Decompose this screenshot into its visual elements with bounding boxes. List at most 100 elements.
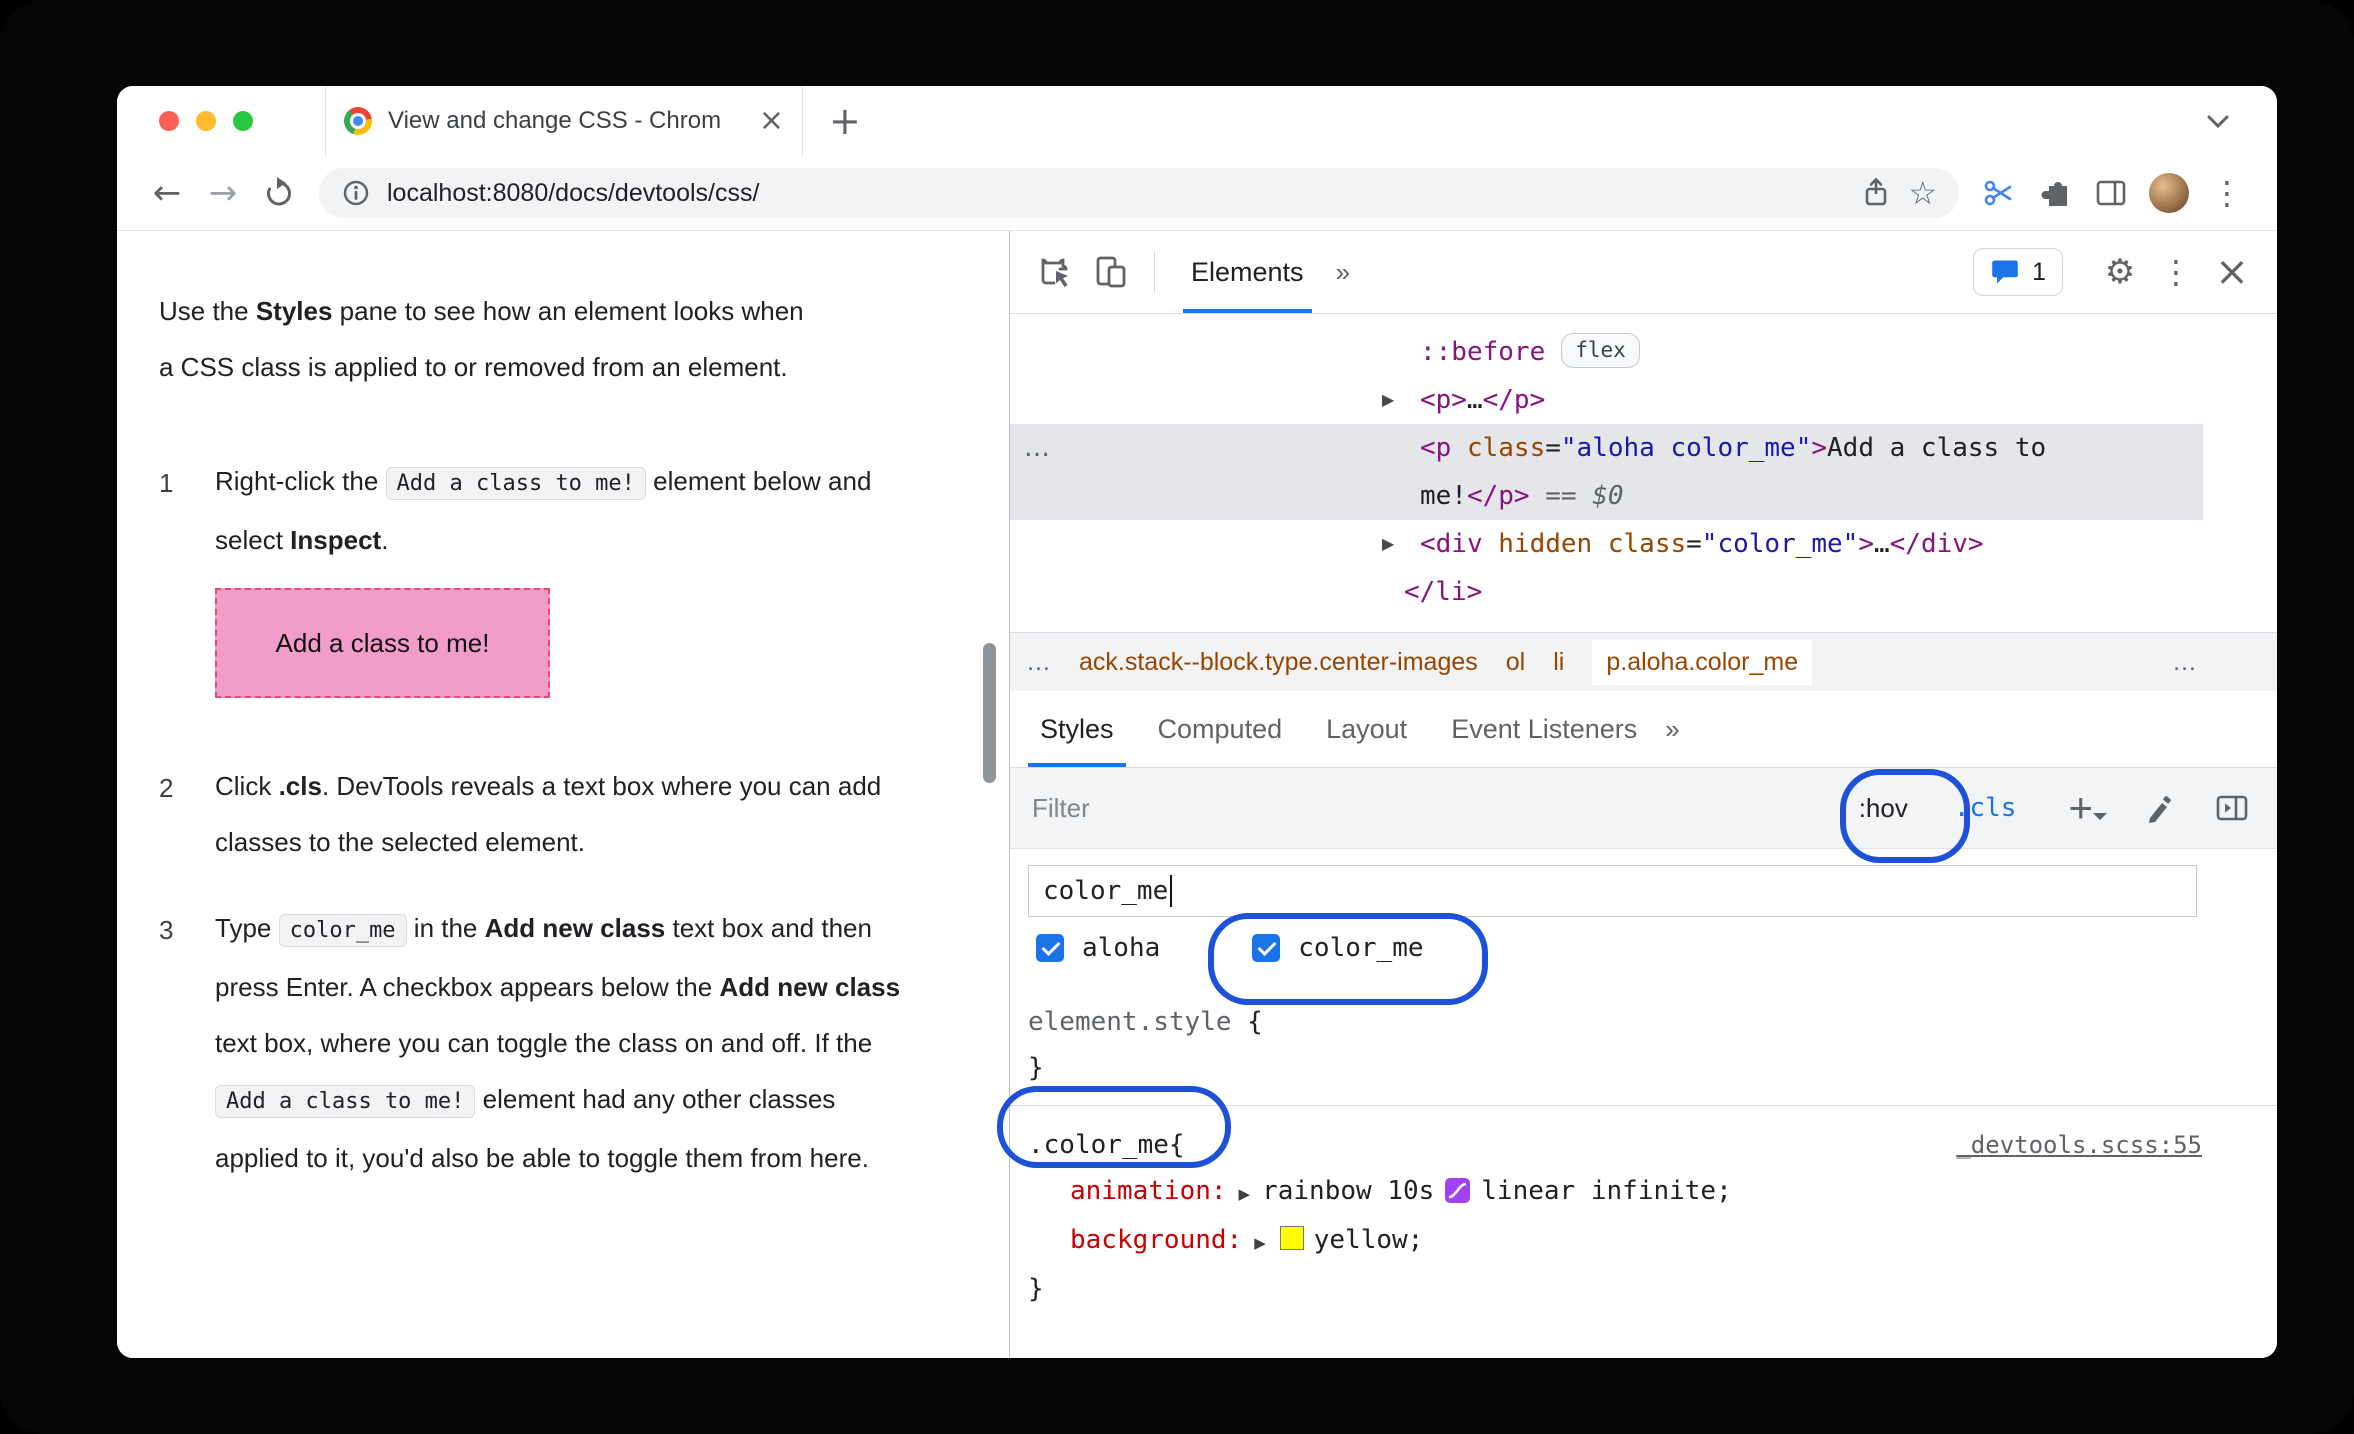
filter-input[interactable]: Filter xyxy=(1032,793,1859,824)
styles-filter-bar: Filter :hov .cls + xyxy=(1010,768,2277,849)
computed-sidebar-toggle-icon[interactable] xyxy=(2209,785,2255,831)
step-3: 3 Type color_me in the Add new class tex… xyxy=(159,900,915,1186)
device-toolbar-icon[interactable] xyxy=(1088,249,1134,295)
tab-event-listeners[interactable]: Event Listeners xyxy=(1429,691,1659,767)
background-property[interactable]: background: ▶ yellow; xyxy=(1028,1217,2202,1266)
fullscreen-window-button[interactable] xyxy=(233,111,253,131)
crumb-overflow-left[interactable]: … xyxy=(1026,648,1051,677)
inline-code: Add a class to me! xyxy=(385,467,646,500)
devtools-settings-gear-icon[interactable]: ⚙ xyxy=(2097,249,2143,295)
add-class-editor: color_me xyxy=(1010,849,2277,917)
dom-row-li-close[interactable]: </li> xyxy=(1010,568,2277,616)
dollar-zero-ref: $0 xyxy=(1592,481,1624,511)
crumb-overflow-right[interactable]: … xyxy=(2172,648,2261,677)
minimize-window-button[interactable] xyxy=(196,111,216,131)
text-caret xyxy=(1170,875,1173,907)
screenshot-stage: View and change CSS - Chrom × + ← → loca… xyxy=(0,0,2354,1434)
devtools-toolbar: Elements » 1 ⚙ ⋮ × xyxy=(1010,231,2277,314)
cls-toggle-button[interactable]: .cls xyxy=(1954,793,2017,823)
tab-search-chevron-icon[interactable] xyxy=(2203,110,2233,132)
side-panel-icon[interactable] xyxy=(2085,167,2137,219)
devtools-close-icon[interactable]: × xyxy=(2209,249,2255,295)
font-editor-icon[interactable] xyxy=(2137,785,2183,831)
step-1: 1 Right-click the Add a class to me! ele… xyxy=(159,453,915,728)
intro-paragraph: Use the Styles pane to see how an elemen… xyxy=(159,296,804,382)
bezier-editor-icon[interactable] xyxy=(1444,1177,1471,1204)
back-button[interactable]: ← xyxy=(141,167,193,219)
inspect-element-icon[interactable] xyxy=(1032,249,1078,295)
page-content: Use the Styles pane to see how an elemen… xyxy=(117,231,2277,1358)
expand-arrow-icon[interactable]: ▶ xyxy=(1382,520,1394,568)
step-number: 3 xyxy=(159,915,174,945)
dom-breadcrumbs: … ack.stack--block.type.center-images ol… xyxy=(1010,632,2277,691)
dom-row-div-hidden[interactable]: ▶ <div hidden class="color_me">…</div> xyxy=(1010,520,2277,568)
close-window-button[interactable] xyxy=(159,111,179,131)
rule-selector[interactable]: .color_me xyxy=(1028,1122,1169,1168)
color-me-rule[interactable]: .color_me { _devtools.scss:55 animation:… xyxy=(1010,1106,2277,1326)
chrome-favicon-icon xyxy=(344,107,372,135)
devtools-menu-icon[interactable]: ⋮ xyxy=(2153,249,2199,295)
inline-code: Add a class to me! xyxy=(215,1085,476,1118)
crumb-li[interactable]: li xyxy=(1553,648,1564,677)
share-icon[interactable] xyxy=(1860,177,1892,209)
checkbox-checked-icon[interactable] xyxy=(1036,934,1064,962)
step-number: 1 xyxy=(159,468,174,498)
new-tab-button[interactable]: + xyxy=(829,102,861,140)
crumb-stack-block[interactable]: ack.stack--block.type.center-images xyxy=(1079,648,1478,677)
message-bubble-icon xyxy=(1992,260,2018,284)
scissors-extension-icon[interactable] xyxy=(1973,167,2025,219)
step-2: 2 Click .cls. DevTools reveals a text bo… xyxy=(159,758,915,870)
devtools-panel: Elements » 1 ⚙ ⋮ × ::before flex ▶ <p>…<… xyxy=(1009,231,2277,1358)
extensions-puzzle-icon[interactable] xyxy=(2029,167,2081,219)
crumb-ol[interactable]: ol xyxy=(1506,648,1525,677)
url-text[interactable]: localhost:8080/docs/devtools/css/ xyxy=(387,179,1844,208)
inline-code: color_me xyxy=(278,914,407,947)
dom-more-actions[interactable]: … xyxy=(1024,424,1050,472)
page-scrollbar-thumb[interactable] xyxy=(983,643,996,783)
expand-arrow-icon[interactable]: ▶ xyxy=(1382,376,1394,424)
profile-avatar[interactable] xyxy=(2149,173,2189,213)
bookmark-star-icon[interactable]: ☆ xyxy=(1908,177,1937,209)
address-bar[interactable]: localhost:8080/docs/devtools/css/ ☆ xyxy=(319,168,1959,218)
browser-menu-icon[interactable]: ⋮ xyxy=(2201,167,2253,219)
flex-badge[interactable]: flex xyxy=(1561,333,1640,368)
class-toggle-color-me[interactable]: color_me xyxy=(1252,933,1424,963)
dom-row-p-collapsed[interactable]: ▶ <p>…</p> xyxy=(1010,376,2277,424)
browser-window: View and change CSS - Chrom × + ← → loca… xyxy=(117,86,2277,1358)
toolbar-separator xyxy=(1154,251,1155,293)
tab-layout[interactable]: Layout xyxy=(1304,691,1429,767)
color-swatch-yellow[interactable] xyxy=(1279,1226,1304,1250)
tab-computed[interactable]: Computed xyxy=(1136,691,1305,767)
browser-tab[interactable]: View and change CSS - Chrom × xyxy=(325,86,803,156)
more-panels-chevron[interactable]: » xyxy=(1336,257,1350,288)
issues-counter[interactable]: 1 xyxy=(1973,248,2063,296)
tab-strip: View and change CSS - Chrom × + xyxy=(117,86,2277,156)
tab-close-icon[interactable]: × xyxy=(759,106,784,136)
hov-toggle-button[interactable]: :hov xyxy=(1859,793,1908,824)
dom-row-selected[interactable]: … <p class="aloha color_me">Add a class … xyxy=(1010,424,2203,520)
new-style-rule-button[interactable]: + xyxy=(2068,787,2107,829)
stylesheet-source-link[interactable]: _devtools.scss:55 xyxy=(1956,1122,2202,1168)
more-tabs-chevron[interactable]: » xyxy=(1665,714,1679,745)
class-checkbox-row: aloha color_me xyxy=(1010,917,2277,981)
animation-property[interactable]: animation: ▶ rainbow 10s linear infinite; xyxy=(1028,1168,2202,1217)
demo-pink-box[interactable]: Add a class to me! xyxy=(215,588,550,698)
shorthand-expand-icon[interactable]: ▶ xyxy=(1254,1234,1266,1252)
add-new-class-input[interactable]: color_me xyxy=(1028,865,2197,917)
crumb-selected-p[interactable]: p.aloha.color_me xyxy=(1592,639,1813,685)
dom-row-before[interactable]: ::before flex xyxy=(1010,328,2277,376)
window-controls xyxy=(117,111,297,131)
tab-elements[interactable]: Elements xyxy=(1175,231,1320,313)
reload-button[interactable] xyxy=(253,167,305,219)
dom-tree: ::before flex ▶ <p>…</p> … <p class="aloh… xyxy=(1010,314,2277,632)
element-style-rule[interactable]: element.style { } xyxy=(1010,981,2277,1106)
tab-styles[interactable]: Styles xyxy=(1018,691,1136,767)
forward-button[interactable]: → xyxy=(197,167,249,219)
step-number: 2 xyxy=(159,773,174,803)
checkbox-checked-icon[interactable] xyxy=(1252,934,1281,962)
site-info-icon[interactable] xyxy=(341,178,371,208)
shorthand-expand-icon[interactable]: ▶ xyxy=(1239,1185,1251,1203)
tab-title: View and change CSS - Chrom xyxy=(388,107,722,134)
class-toggle-aloha[interactable]: aloha xyxy=(1036,933,1160,963)
sidebar-tabs: Styles Computed Layout Event Listeners » xyxy=(1010,691,2277,768)
